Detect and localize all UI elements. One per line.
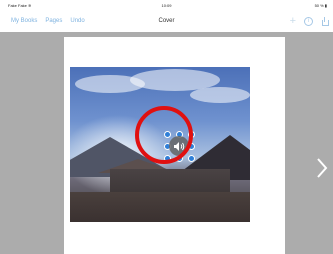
plus-icon[interactable]: + — [290, 16, 296, 27]
clock: 10:09 — [161, 3, 172, 8]
share-icon[interactable] — [321, 16, 329, 26]
foreground — [70, 192, 250, 222]
toolbar: My Books Pages Undo Cover + i — [0, 12, 333, 32]
cloud — [190, 87, 250, 103]
page-title: Cover — [158, 18, 175, 24]
status-bar: Fake Fake ≋ 10:09 50 % ▮ — [0, 0, 333, 12]
highlight-ring-annotation — [135, 106, 193, 164]
toolbar-right: + i — [290, 16, 329, 27]
chevron-right-icon[interactable] — [315, 157, 329, 179]
selection-handle[interactable] — [188, 155, 195, 162]
share-icon-arrow — [324, 16, 325, 22]
info-icon[interactable]: i — [304, 16, 313, 26]
info-glyph: i — [307, 18, 310, 24]
battery-indicator: 50 % ▮ — [314, 3, 327, 8]
